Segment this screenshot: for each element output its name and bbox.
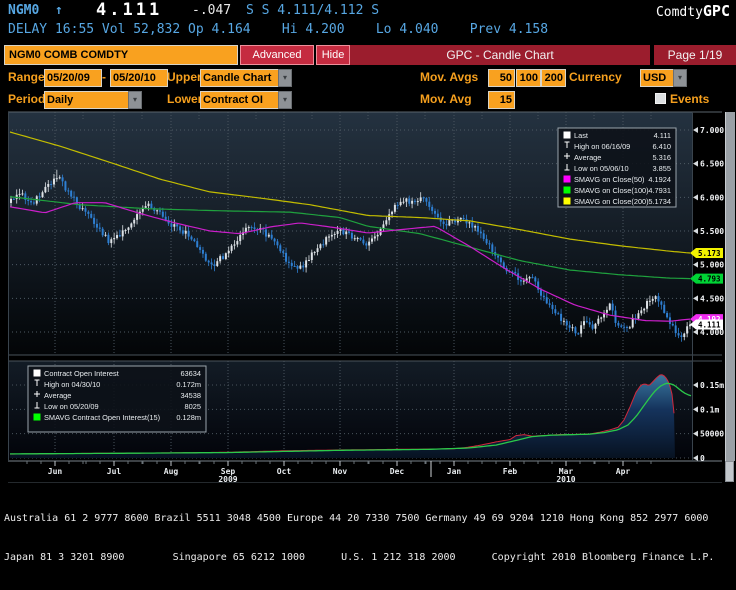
delay-stats-line: DELAY 16:55 Vol 52,832 Op 4.164 Hi 4.200… <box>8 22 549 37</box>
svg-text:Low on 05/20/09: Low on 05/20/09 <box>44 402 99 411</box>
svg-text:0.128m: 0.128m <box>176 413 201 422</box>
svg-text:63634: 63634 <box>180 369 201 378</box>
last-price: 4.111 <box>96 0 163 20</box>
svg-text:Aug: Aug <box>164 467 179 476</box>
svg-text:4.111: 4.111 <box>654 131 671 140</box>
svg-text:34538: 34538 <box>180 391 201 400</box>
svg-text:6.500: 6.500 <box>700 160 724 169</box>
svg-text:8025: 8025 <box>185 402 201 411</box>
svg-text:SMAVG Contract Open Interest(1: SMAVG Contract Open Interest(15) <box>44 413 160 422</box>
svg-text:2010: 2010 <box>556 475 575 483</box>
function-title: GPC - Candle Chart <box>350 45 650 65</box>
period-dropdown-arrow-icon[interactable]: ▾ <box>128 91 142 109</box>
mov-avg-label: Mov. Avg <box>420 92 472 106</box>
svg-text:4.111: 4.111 <box>698 321 721 330</box>
svg-text:Low on 05/06/10: Low on 05/06/10 <box>574 164 629 173</box>
mov-avgs-label: Mov. Avgs <box>420 70 479 84</box>
svg-text:5.1734: 5.1734 <box>648 197 671 206</box>
period-label: Period <box>8 92 46 106</box>
price-change: -.047 <box>192 3 232 18</box>
svg-text:Contract Open Interest: Contract Open Interest <box>44 369 119 378</box>
svg-text:5.316: 5.316 <box>653 153 672 162</box>
currency-select[interactable]: USD <box>640 69 675 87</box>
svg-text:Jun: Jun <box>48 467 63 476</box>
svg-text:3.855: 3.855 <box>653 164 672 173</box>
mov-avg-200-input[interactable]: 200 <box>541 69 566 87</box>
period-select[interactable]: Daily <box>44 91 130 109</box>
range-end-input[interactable]: 05/20/10 <box>110 69 168 87</box>
svg-text:SMAVG on Close(100): SMAVG on Close(100) <box>574 186 649 195</box>
range-label: Range <box>8 70 45 84</box>
events-checkbox[interactable] <box>655 93 666 104</box>
svg-text:50000: 50000 <box>700 430 724 439</box>
svg-text:2009: 2009 <box>218 475 237 483</box>
upper-chart-select[interactable]: Candle Chart <box>200 69 280 87</box>
svg-text:0.15m: 0.15m <box>700 381 724 390</box>
svg-text:6.410: 6.410 <box>653 142 672 151</box>
svg-text:4.7931: 4.7931 <box>648 186 671 195</box>
quote-header: NGM0 ↑ 4.111 -.047 S S 4.111/4.112 S Com… <box>0 0 736 20</box>
chart-area: 7.000 6.500 6.000 5.500 5.000 4.500 4.000 5.173… <box>0 110 736 484</box>
lower-chart-dropdown-arrow-icon[interactable]: ▾ <box>278 91 292 109</box>
chart-scrollbar-end-cap[interactable] <box>725 461 734 482</box>
currency-dropdown-arrow-icon[interactable]: ▾ <box>673 69 687 87</box>
svg-text:Average: Average <box>574 153 601 162</box>
contact-footer: Australia 61 2 9777 8600 Brazil 5511 304… <box>4 486 736 590</box>
svg-text:6.000: 6.000 <box>700 193 724 202</box>
svg-text:0: 0 <box>700 454 705 463</box>
upper-label: Upper <box>167 70 202 84</box>
security-field[interactable]: NGM0 COMB COMDTY <box>4 45 238 65</box>
lower-chart-select[interactable]: Contract OI <box>200 91 280 109</box>
ticker-symbol: NGM0 <box>8 3 40 18</box>
chart-scrollbar[interactable] <box>725 112 735 461</box>
svg-text:5.500: 5.500 <box>700 227 724 236</box>
svg-text:Dec: Dec <box>390 467 405 476</box>
bid-ask-quote: S S 4.111/4.112 S <box>246 3 380 18</box>
candle-chart-svg[interactable]: 7.0006.5006.0005.5005.0004.5004.0005.173… <box>0 110 736 484</box>
svg-text:Feb: Feb <box>503 467 518 476</box>
svg-text:SMAVG on Close(200): SMAVG on Close(200) <box>574 197 649 206</box>
svg-text:5.000: 5.000 <box>700 261 724 270</box>
svg-text:High on 04/30/10: High on 04/30/10 <box>44 380 100 389</box>
svg-text:Apr: Apr <box>616 467 631 476</box>
footer-line2: Japan 81 3 3201 8900 Singapore 65 6212 1… <box>4 552 715 563</box>
svg-text:Nov: Nov <box>333 467 348 476</box>
svg-text:5.173: 5.173 <box>698 249 721 258</box>
svg-text:7.000: 7.000 <box>700 126 724 135</box>
hide-button[interactable]: Hide <box>316 45 350 65</box>
bloomberg-terminal-screen: NGM0 ↑ 4.111 -.047 S S 4.111/4.112 S Com… <box>0 0 736 563</box>
mov-avg-50-input[interactable]: 50 <box>488 69 515 87</box>
svg-text:Average: Average <box>44 391 71 400</box>
currency-label: Currency <box>569 70 622 84</box>
mov-avg-lower-input[interactable]: 15 <box>488 91 515 109</box>
bloomberg-function-brand: ComdtyGPC <box>656 2 730 20</box>
upper-chart-dropdown-arrow-icon[interactable]: ▾ <box>278 69 292 87</box>
page-indicator[interactable]: Page 1/19 <box>654 45 736 65</box>
svg-text:Jul: Jul <box>107 467 122 476</box>
advanced-button[interactable]: Advanced <box>240 45 314 65</box>
svg-text:Oct: Oct <box>277 467 292 476</box>
svg-text:4.793: 4.793 <box>698 275 721 284</box>
range-start-input[interactable]: 05/20/09 <box>44 69 102 87</box>
mov-avg-100-input[interactable]: 100 <box>516 69 541 87</box>
svg-text:High on 06/16/09: High on 06/16/09 <box>574 142 630 151</box>
brand-comdty: Comdty <box>655 5 703 20</box>
range-dash: - <box>102 70 106 84</box>
brand-gpc: GPC <box>702 2 730 20</box>
svg-text:SMAVG on Close(50): SMAVG on Close(50) <box>574 175 645 184</box>
svg-text:Jan: Jan <box>447 467 462 476</box>
svg-text:0.1m: 0.1m <box>700 405 719 414</box>
svg-text:4.500: 4.500 <box>700 294 724 303</box>
lower-label: Lower <box>167 92 203 106</box>
svg-text:4.1924: 4.1924 <box>648 175 671 184</box>
svg-text:Last: Last <box>574 131 588 140</box>
events-label: Events <box>670 92 710 106</box>
svg-text:0.172m: 0.172m <box>176 380 201 389</box>
price-up-arrow-icon: ↑ <box>55 3 63 18</box>
footer-line1: Australia 61 2 9777 8600 Brazil 5511 304… <box>4 513 709 524</box>
